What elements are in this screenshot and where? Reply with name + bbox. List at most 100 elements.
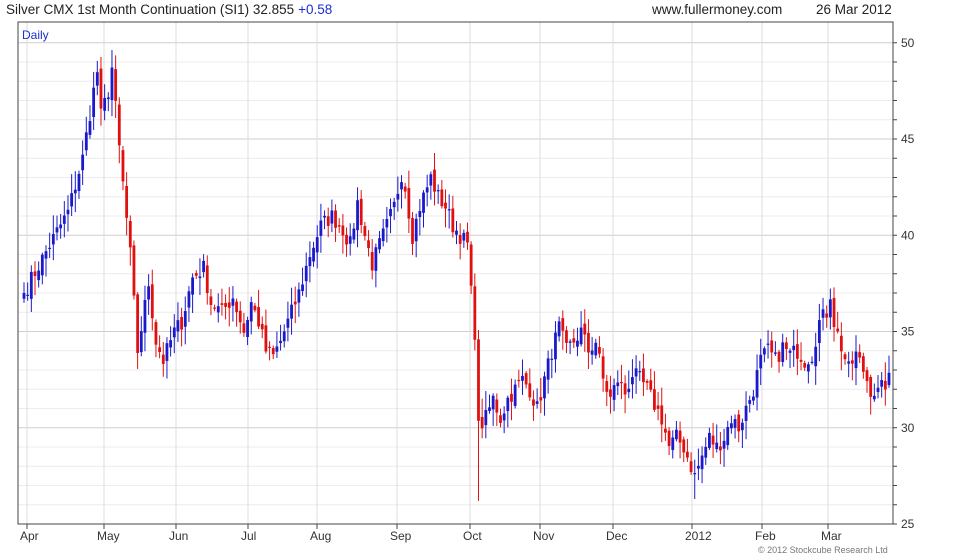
candle-body xyxy=(253,305,257,311)
candle-body xyxy=(876,387,880,393)
candle-body xyxy=(117,104,121,146)
candle-body xyxy=(301,284,304,292)
grid-lines xyxy=(18,22,893,525)
x-tick-label: Mar xyxy=(821,529,842,543)
candle-body xyxy=(759,354,763,369)
candle-body xyxy=(451,208,455,233)
candlestick-chart: 25 30 35 40 45 50 Apr May Jun Jul Aug Sep Oct Nov Dec… xyxy=(17,21,915,543)
candle-body xyxy=(334,210,337,228)
candle-body xyxy=(671,437,675,451)
candle-body xyxy=(880,380,884,387)
candle-body xyxy=(73,189,77,194)
candle-body xyxy=(601,356,605,379)
candle-body xyxy=(84,132,88,151)
candle-body xyxy=(462,232,466,241)
candle-body xyxy=(744,405,748,422)
candle-body xyxy=(257,307,260,327)
candle-body xyxy=(828,299,832,318)
candle-body xyxy=(568,341,572,343)
candle-body xyxy=(784,342,788,349)
y-tick-label: 40 xyxy=(901,228,915,242)
candle-body xyxy=(348,236,352,244)
candle-body xyxy=(304,265,308,282)
candle-body xyxy=(414,218,418,242)
candle-body xyxy=(81,154,85,171)
candle-body xyxy=(297,289,301,303)
candle-body xyxy=(235,301,238,313)
candle-body xyxy=(788,350,792,353)
candle-body xyxy=(561,318,565,331)
candle-body xyxy=(227,302,231,308)
candle-body xyxy=(77,173,81,192)
candle-body xyxy=(748,400,752,404)
candle-body xyxy=(216,306,220,313)
candle-body xyxy=(422,192,425,213)
candle-body xyxy=(128,221,132,248)
y-axis: 25 30 35 40 45 50 xyxy=(893,36,915,531)
candle-body xyxy=(729,423,733,429)
candle-body xyxy=(795,344,799,359)
x-tick-label: Nov xyxy=(533,529,554,543)
candle-body xyxy=(836,328,840,332)
candle-body xyxy=(565,330,568,343)
candle-body xyxy=(740,422,744,431)
candle-body xyxy=(821,309,825,318)
candle-body xyxy=(326,216,330,226)
candle-body xyxy=(411,218,414,244)
candle-body xyxy=(612,385,616,400)
candle-body xyxy=(678,430,682,443)
candle-body xyxy=(246,319,249,337)
x-tick-label: Oct xyxy=(463,529,482,543)
candle-body xyxy=(341,225,345,236)
candle-body xyxy=(381,228,385,242)
x-tick-label: 2012 xyxy=(685,529,712,543)
candle-body xyxy=(110,67,114,100)
candle-body xyxy=(733,419,737,428)
candle-body xyxy=(799,359,803,362)
candle-body xyxy=(715,442,719,450)
candle-body xyxy=(700,455,704,470)
candle-body xyxy=(689,461,693,473)
candle-body xyxy=(455,230,458,235)
candle-body xyxy=(737,414,741,432)
candle-body xyxy=(143,299,147,333)
candle-body xyxy=(718,446,722,451)
candle-body xyxy=(121,150,125,182)
candle-body xyxy=(26,294,30,296)
candle-body xyxy=(524,373,528,385)
candle-body xyxy=(202,260,205,273)
candle-body xyxy=(693,473,697,475)
candle-body xyxy=(213,307,216,309)
candle-body xyxy=(312,247,315,262)
candle-body xyxy=(106,97,110,100)
y-tick-label: 30 xyxy=(901,421,915,435)
candle-body xyxy=(169,340,173,348)
candle-body xyxy=(605,381,609,392)
candle-body xyxy=(264,325,268,352)
candle-body xyxy=(433,169,436,192)
candle-body xyxy=(869,376,873,397)
candle-body xyxy=(44,251,48,259)
candle-body xyxy=(33,271,37,277)
candle-body xyxy=(132,245,136,296)
candle-body xyxy=(183,311,187,327)
candle-body xyxy=(521,375,524,381)
candle-body xyxy=(99,68,103,109)
candle-body xyxy=(403,186,407,192)
candle-body xyxy=(649,380,653,390)
candle-body xyxy=(337,225,341,227)
candle-body xyxy=(136,294,140,353)
candle-body xyxy=(506,397,510,412)
candle-body xyxy=(70,193,74,207)
candle-body xyxy=(95,72,99,86)
candle-body xyxy=(359,198,363,226)
candle-body xyxy=(172,327,176,338)
candle-body xyxy=(590,350,594,355)
candle-body xyxy=(389,208,392,217)
candle-body xyxy=(209,296,213,305)
candle-body xyxy=(543,376,546,399)
candle-body xyxy=(598,347,601,354)
candle-body xyxy=(653,389,656,410)
candle-body xyxy=(150,284,154,319)
candle-body xyxy=(29,271,33,299)
